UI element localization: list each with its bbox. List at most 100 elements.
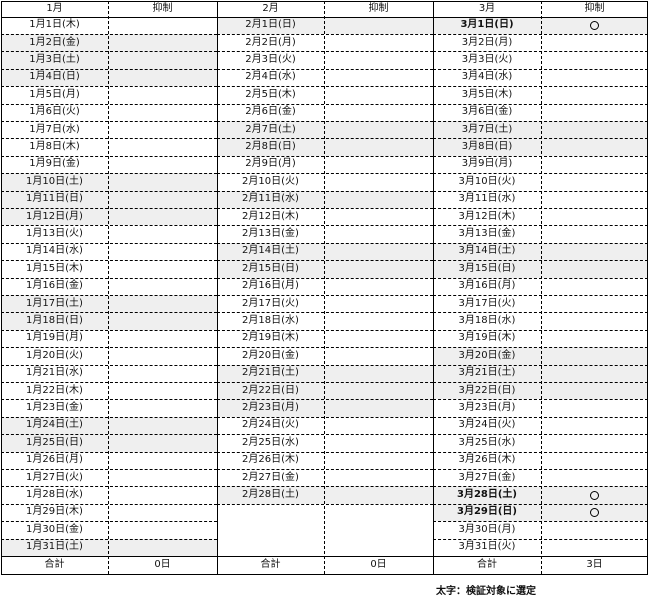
date-cell: 2月11日(水) bbox=[242, 193, 299, 205]
date-cell: 3月1日(日) bbox=[460, 19, 514, 31]
date-cell: 3月14日(土) bbox=[458, 245, 516, 257]
date-cell: 1月30日(金) bbox=[26, 523, 83, 535]
restraint-cell bbox=[324, 34, 433, 51]
restraint-cell bbox=[324, 225, 433, 242]
restraint-cell bbox=[541, 243, 648, 260]
row-divider bbox=[1, 503, 217, 505]
date-cell: 3月22日(日) bbox=[458, 384, 516, 396]
restraint-cell bbox=[108, 278, 217, 295]
date-cell: 2月12日(木) bbox=[242, 210, 299, 222]
row-divider bbox=[217, 208, 433, 209]
row-divider bbox=[217, 486, 433, 488]
date-cell: 2月13日(金) bbox=[242, 228, 299, 240]
restraint-cell bbox=[324, 121, 433, 138]
restraint-cell bbox=[324, 452, 433, 469]
date-cell: 1月26日(月) bbox=[26, 454, 83, 466]
restraint-cell bbox=[324, 399, 433, 416]
restraint-cell bbox=[324, 295, 433, 312]
restraint-cell bbox=[324, 86, 433, 103]
date-cell: 3月6日(金) bbox=[461, 106, 513, 118]
row-divider bbox=[217, 190, 433, 192]
table-border bbox=[1, 574, 648, 575]
restraint-cell bbox=[108, 504, 217, 521]
restraint-cell bbox=[541, 330, 648, 347]
restraint-cell bbox=[541, 382, 648, 399]
date-cell: 2月1日(日) bbox=[245, 19, 296, 31]
date-cell: 3月25日(水) bbox=[458, 436, 516, 448]
date-cell: 1月29日(木) bbox=[26, 506, 83, 518]
row-divider bbox=[217, 138, 433, 140]
date-cell: 2月17日(火) bbox=[242, 297, 299, 309]
group-border bbox=[433, 1, 434, 574]
mar-total-value: 3日 bbox=[586, 559, 603, 570]
row-divider bbox=[1, 103, 217, 105]
row-divider bbox=[217, 277, 433, 279]
row-divider bbox=[217, 86, 433, 88]
date-cell: 3月17日(火) bbox=[458, 297, 516, 309]
restraint-cell bbox=[108, 173, 217, 190]
restraint-cell bbox=[108, 330, 217, 347]
row-divider bbox=[1, 155, 217, 157]
restraint-cell bbox=[541, 121, 648, 138]
feb-month-header: 2月 bbox=[262, 2, 279, 14]
date-cell: 3月30日(月) bbox=[458, 523, 516, 535]
date-cell: 2月21日(土) bbox=[242, 367, 299, 379]
row-divider bbox=[1, 521, 217, 523]
restraint-cell bbox=[108, 469, 217, 486]
jan-month-header: 1月 bbox=[46, 2, 63, 14]
row-divider bbox=[217, 416, 433, 418]
restraint-cell bbox=[541, 278, 648, 295]
restraint-cell bbox=[541, 434, 648, 451]
date-cell: 3月13日(金) bbox=[458, 228, 516, 240]
row-divider bbox=[1, 382, 217, 383]
date-cell: 1月5日(月) bbox=[29, 88, 80, 100]
date-cell: 3月31日(火) bbox=[458, 541, 516, 553]
date-cell: 1月28日(水) bbox=[26, 489, 83, 501]
restraint-cell bbox=[324, 104, 433, 121]
row-divider bbox=[1, 295, 217, 296]
restraint-cell bbox=[108, 452, 217, 469]
restraint-cell bbox=[324, 156, 433, 173]
row-divider bbox=[1, 86, 217, 88]
restraint-cell bbox=[324, 312, 433, 329]
date-cell: 3月28日(土) bbox=[456, 489, 517, 501]
date-cell: 3月21日(土) bbox=[458, 367, 516, 379]
row-divider bbox=[1, 173, 217, 175]
restraint-cell bbox=[541, 138, 648, 155]
restraint-cell bbox=[541, 260, 648, 277]
date-cell: 3月5日(木) bbox=[461, 88, 513, 100]
restraint-cell bbox=[324, 69, 433, 86]
row-divider bbox=[217, 312, 433, 314]
restraint-cell bbox=[541, 399, 648, 416]
restraint-cell bbox=[324, 191, 433, 208]
date-cell: 2月19日(木) bbox=[242, 332, 299, 344]
row-divider bbox=[217, 103, 433, 105]
row-divider bbox=[217, 34, 433, 35]
row-divider bbox=[217, 503, 433, 505]
date-cell: 1月16日(金) bbox=[26, 280, 83, 292]
group-border bbox=[217, 1, 218, 574]
restraint-cell bbox=[324, 417, 433, 434]
date-cell: 2月14日(土) bbox=[242, 245, 299, 257]
row-divider bbox=[217, 260, 433, 262]
date-cell: 3月18日(水) bbox=[458, 315, 516, 327]
restraint-cell bbox=[541, 17, 648, 34]
row-divider bbox=[1, 51, 217, 53]
date-cell: 2月25日(水) bbox=[242, 436, 299, 448]
restraint-cell bbox=[324, 243, 433, 260]
restraint-cell bbox=[108, 104, 217, 121]
restraint-cell bbox=[541, 486, 648, 503]
restraint-cell bbox=[324, 208, 433, 225]
restraint-cell bbox=[108, 34, 217, 51]
circle-mark-icon bbox=[590, 507, 599, 517]
restraint-cell bbox=[324, 138, 433, 155]
date-cell: 2月27日(金) bbox=[242, 471, 299, 483]
date-cell: 2月6日(金) bbox=[245, 106, 296, 118]
date-cell: 1月9日(金) bbox=[29, 158, 80, 170]
date-cell: 3月24日(火) bbox=[458, 419, 516, 431]
row-divider bbox=[1, 208, 217, 209]
restraint-cell bbox=[108, 486, 217, 503]
date-cell: 2月3日(火) bbox=[245, 54, 296, 66]
date-cell: 3月20日(金) bbox=[458, 349, 516, 361]
date-cell: 1月4日(日) bbox=[29, 71, 80, 83]
